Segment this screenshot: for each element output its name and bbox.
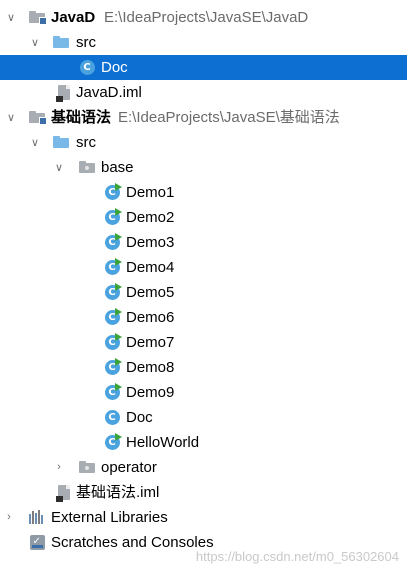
module-path: E:\IdeaProjects\JavaSE\JavaD bbox=[104, 9, 309, 26]
tree-node-class[interactable]: Demo9 bbox=[0, 380, 407, 405]
chevron-down-icon[interactable]: ∨ bbox=[52, 160, 66, 174]
runnable-class-icon bbox=[103, 357, 122, 376]
tree-node-jichu-src[interactable]: ∨ src bbox=[0, 130, 407, 155]
module-name: 基础语法 bbox=[51, 109, 112, 126]
chevron-down-icon[interactable]: ∨ bbox=[28, 135, 42, 149]
chevron-down-icon[interactable]: ∨ bbox=[4, 10, 18, 24]
runnable-class-icon bbox=[103, 307, 122, 326]
class-name: Demo6 bbox=[126, 309, 175, 326]
class-name: Demo5 bbox=[126, 284, 175, 301]
project-tree: ∨ JavaD E:\IdeaProjects\JavaSE\JavaD ∨ s… bbox=[0, 0, 407, 578]
chevron-right-icon[interactable]: › bbox=[2, 510, 16, 524]
file-name: 基础语法.iml bbox=[76, 484, 160, 501]
class-name: Demo8 bbox=[126, 359, 175, 376]
runnable-class-icon bbox=[103, 232, 122, 251]
tree-node-jichu-iml[interactable]: 基础语法.iml bbox=[0, 480, 407, 505]
folder-name: src bbox=[76, 134, 96, 151]
node-name: Scratches and Consoles bbox=[51, 534, 214, 551]
package-icon bbox=[78, 458, 96, 476]
class-name: Demo3 bbox=[126, 234, 175, 251]
scratches-icon: ✓ bbox=[28, 533, 46, 551]
source-folder-icon bbox=[52, 133, 70, 151]
module-path: E:\IdeaProjects\JavaSE\基础语法 bbox=[118, 109, 340, 126]
runnable-class-icon bbox=[103, 332, 122, 351]
tree-node-class[interactable]: Demo5 bbox=[0, 280, 407, 305]
class-name: Demo7 bbox=[126, 334, 175, 351]
tree-node-class[interactable]: Demo8 bbox=[0, 355, 407, 380]
iml-file-icon bbox=[55, 83, 73, 102]
tree-node-base-package[interactable]: ∨ base bbox=[0, 155, 407, 180]
tree-node-external-libraries[interactable]: › External Libraries bbox=[0, 505, 407, 530]
class-name: Doc bbox=[101, 59, 128, 76]
package-name: operator bbox=[101, 459, 157, 476]
iml-file-icon bbox=[55, 483, 73, 502]
runnable-class-icon bbox=[103, 382, 122, 401]
tree-node-jichu-module[interactable]: ∨ 基础语法 E:\IdeaProjects\JavaSE\基础语法 bbox=[0, 105, 407, 130]
class-name: Demo1 bbox=[126, 184, 175, 201]
folder-name: src bbox=[76, 34, 96, 51]
tree-node-class[interactable]: Demo3 bbox=[0, 230, 407, 255]
chevron-down-icon[interactable]: ∨ bbox=[28, 35, 42, 49]
tree-node-class[interactable]: Doc bbox=[0, 405, 407, 430]
source-folder-icon bbox=[52, 33, 70, 51]
class-name: Demo9 bbox=[126, 384, 175, 401]
class-name: Doc bbox=[126, 409, 153, 426]
tree-node-javad-src[interactable]: ∨ src bbox=[0, 30, 407, 55]
tree-node-class[interactable]: HelloWorld bbox=[0, 430, 407, 455]
node-name: External Libraries bbox=[51, 509, 168, 526]
tree-node-javad-module[interactable]: ∨ JavaD E:\IdeaProjects\JavaSE\JavaD bbox=[0, 5, 407, 30]
class-icon bbox=[78, 58, 96, 76]
runnable-class-icon bbox=[103, 257, 122, 276]
runnable-class-icon bbox=[103, 182, 122, 201]
class-name: HelloWorld bbox=[126, 434, 200, 451]
class-icon bbox=[103, 408, 121, 426]
tree-node-javad-iml[interactable]: JavaD.iml bbox=[0, 80, 407, 105]
tree-node-class[interactable]: Demo4 bbox=[0, 255, 407, 280]
chevron-right-icon[interactable]: › bbox=[52, 460, 66, 474]
tree-node-javad-doc[interactable]: Doc bbox=[0, 55, 407, 80]
tree-node-operator-package[interactable]: › operator bbox=[0, 455, 407, 480]
package-name: base bbox=[101, 159, 134, 176]
file-name: JavaD.iml bbox=[76, 84, 142, 101]
package-icon bbox=[78, 158, 96, 176]
module-folder-icon bbox=[28, 108, 47, 126]
tree-node-class[interactable]: Demo2 bbox=[0, 205, 407, 230]
tree-node-class[interactable]: Demo1 bbox=[0, 180, 407, 205]
chevron-down-icon[interactable]: ∨ bbox=[4, 110, 18, 124]
runnable-class-icon bbox=[103, 282, 122, 301]
tree-node-class[interactable]: Demo7 bbox=[0, 330, 407, 355]
class-name: Demo2 bbox=[126, 209, 175, 226]
runnable-class-icon bbox=[103, 432, 122, 451]
module-folder-icon bbox=[28, 8, 47, 26]
tree-node-class[interactable]: Demo6 bbox=[0, 305, 407, 330]
watermark: https://blog.csdn.net/m0_56302604 bbox=[195, 549, 399, 564]
libraries-icon bbox=[28, 508, 46, 526]
class-name: Demo4 bbox=[126, 259, 175, 276]
runnable-class-icon bbox=[103, 207, 122, 226]
module-name: JavaD bbox=[51, 9, 96, 26]
